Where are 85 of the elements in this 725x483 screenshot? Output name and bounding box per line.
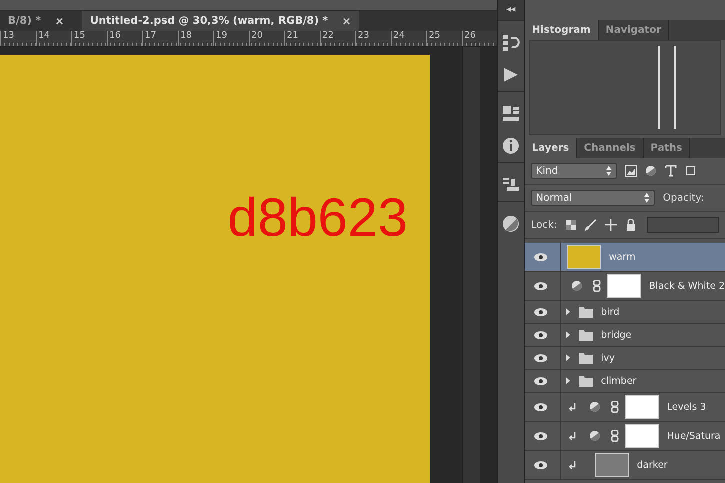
mask-thumbnail	[625, 395, 660, 419]
image-icon[interactable]	[625, 165, 638, 177]
ruler-number: 13	[0, 31, 36, 46]
visibility-eye-icon[interactable]	[534, 432, 548, 440]
layer-row[interactable]: ivy	[525, 347, 725, 370]
panel-tab[interactable]: Histogram	[525, 20, 599, 40]
move-icon[interactable]	[605, 219, 618, 231]
canvas-text: d8b623	[228, 187, 408, 249]
mask-thumbnail	[607, 274, 642, 298]
layer-name: ivy	[601, 352, 616, 364]
layer-name: Hue/Satura	[667, 430, 721, 442]
layer-row[interactable]: darker	[525, 451, 725, 480]
layer-name: Black & White 2	[649, 280, 725, 292]
lock-icon[interactable]	[625, 219, 638, 231]
close-icon[interactable]: ×	[55, 14, 64, 28]
half-circle-icon	[589, 430, 602, 442]
updown-arrows-icon	[644, 192, 650, 204]
layer-thumbnail	[595, 453, 630, 477]
link-icon[interactable]	[609, 430, 622, 442]
brush-icon[interactable]	[585, 219, 598, 231]
visibility-eye-icon[interactable]	[534, 354, 548, 362]
visibility-eye-icon[interactable]	[534, 330, 548, 340]
history-icon[interactable]	[502, 34, 520, 52]
mask-thumbnail	[625, 424, 660, 448]
half-circle-icon	[645, 165, 658, 177]
layer-row[interactable]: bird	[525, 301, 725, 324]
layer-row[interactable]: Hue/Satura	[525, 422, 725, 451]
visibility-eye-icon[interactable]	[534, 376, 548, 386]
updown-arrows-icon	[606, 165, 612, 177]
layer-name: warm	[609, 252, 636, 262]
lock-label: Lock:	[531, 220, 558, 230]
ruler-number: 23	[355, 31, 390, 46]
shape-icon[interactable]	[685, 165, 698, 177]
play-icon[interactable]	[502, 66, 520, 84]
layer-name: bridge	[601, 330, 632, 340]
ruler-number: 24	[390, 31, 426, 46]
type-icon[interactable]	[665, 165, 678, 177]
collapse-icon[interactable]: ◂◂	[498, 0, 524, 20]
blend-mode-dropdown[interactable]: Normal	[531, 190, 656, 206]
folder-icon	[579, 306, 594, 318]
layer-row[interactable]: climber	[525, 370, 725, 393]
visibility-eye-icon[interactable]	[534, 402, 548, 412]
layer-row[interactable]: bridge	[525, 324, 725, 347]
tab-title: Untitled-2.psd @ 30,3% (warm, RGB/8) *	[90, 15, 328, 27]
link-icon[interactable]	[591, 280, 604, 292]
cube-icon[interactable]	[502, 105, 520, 123]
ruler-number: 17	[142, 31, 178, 46]
layer-name: Levels 3	[667, 402, 706, 412]
layer-row[interactable]: Black & White 2	[525, 272, 725, 301]
link-icon[interactable]	[609, 401, 622, 413]
ruler-number: 22	[320, 31, 355, 46]
ruler-number: 20	[248, 31, 284, 46]
scrollbar-track[interactable]	[462, 47, 480, 483]
close-icon[interactable]: ×	[342, 14, 352, 28]
layer-name: darker	[637, 460, 668, 470]
half-circle-icon	[589, 401, 602, 413]
panel-tab[interactable]: Layers	[525, 138, 578, 158]
visibility-eye-icon[interactable]	[534, 460, 548, 470]
tab-title: B/8) *	[8, 15, 42, 27]
ruler-number: 18	[178, 31, 213, 46]
info-icon[interactable]	[502, 137, 520, 155]
folder-icon	[579, 375, 594, 387]
layer-row[interactable]: warm	[525, 243, 725, 272]
folder-icon	[579, 329, 594, 341]
half-circle-icon[interactable]	[502, 215, 520, 233]
stamp-icon[interactable]	[502, 176, 520, 194]
layer-name: bird	[601, 306, 620, 318]
half-circle-icon	[571, 280, 584, 292]
ruler-number: 21	[284, 31, 320, 46]
layer-row[interactable]: Levels 3	[525, 393, 725, 422]
document-tab[interactable]: Untitled-2.psd @ 30,3% (warm, RGB/8) * ×	[82, 11, 360, 31]
visibility-eye-icon[interactable]	[534, 308, 548, 316]
layer-name: climber	[601, 376, 637, 386]
filter-dropdown[interactable]: Kind	[531, 163, 618, 179]
ruler-number: 15	[71, 31, 106, 46]
ruler-number: 25	[426, 31, 462, 46]
ruler-number: 19	[213, 31, 248, 46]
opacity-label: Opacity:	[663, 192, 704, 204]
ruler-number: 14	[36, 31, 71, 46]
ruler-number: 16	[106, 31, 142, 46]
visibility-eye-icon[interactable]	[534, 282, 548, 290]
opacity-slider-popup[interactable]	[647, 217, 719, 233]
checkerboard-icon[interactable]	[565, 219, 578, 231]
visibility-eye-icon[interactable]	[534, 252, 548, 262]
folder-icon	[579, 352, 594, 364]
